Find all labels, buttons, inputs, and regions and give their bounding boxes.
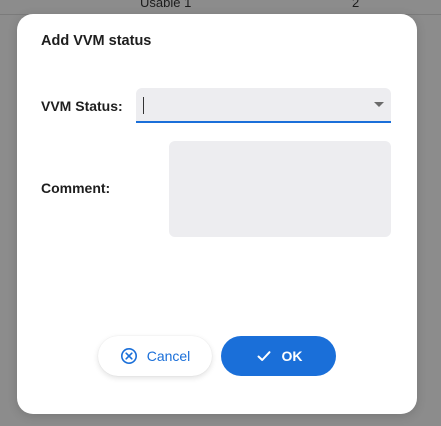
check-icon xyxy=(255,347,273,365)
vvm-status-select[interactable] xyxy=(136,88,391,123)
text-cursor xyxy=(143,97,144,114)
chevron-down-icon[interactable] xyxy=(374,102,384,107)
dialog-title: Add VVM status xyxy=(41,33,152,49)
close-circle-icon xyxy=(120,347,138,365)
vvm-status-label: VVM Status: xyxy=(41,98,123,114)
add-vvm-status-dialog: Add VVM status VVM Status: Comment: Canc… xyxy=(17,14,417,414)
ok-button-label: OK xyxy=(281,348,303,364)
comment-label: Comment: xyxy=(41,180,111,196)
comment-field[interactable] xyxy=(169,141,391,237)
ok-button[interactable]: OK xyxy=(221,336,336,376)
cancel-button-label: Cancel xyxy=(146,348,191,364)
cancel-button[interactable]: Cancel xyxy=(98,336,212,376)
